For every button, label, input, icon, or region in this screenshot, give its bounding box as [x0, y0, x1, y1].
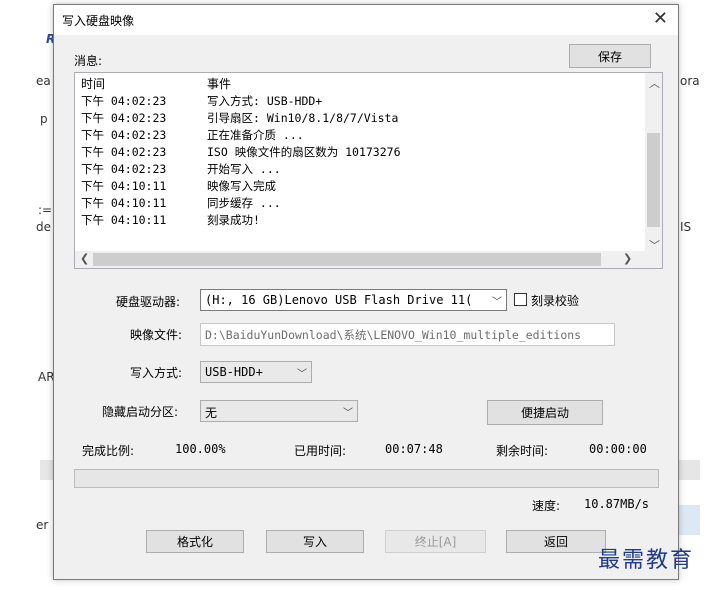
log-row-time: 下午 04:10:11	[81, 213, 167, 227]
bg-fragment: p	[40, 112, 48, 126]
verify-checkbox[interactable]	[514, 293, 527, 306]
scroll-left-icon[interactable]: ❮	[80, 252, 89, 265]
log-row: 下午 04:10:11 映像写入完成	[75, 178, 645, 194]
remaining-time-label: 剩余时间:	[496, 444, 549, 458]
log-row-event: 映像写入完成	[207, 179, 276, 193]
close-icon[interactable]: ✕	[653, 8, 668, 29]
remaining-time-value: 00:00:00	[589, 442, 647, 456]
write-button[interactable]: 写入	[266, 530, 364, 553]
elapsed-time-label: 已用时间:	[294, 444, 347, 458]
quick-boot-button[interactable]: 便捷启动	[487, 400, 603, 425]
drive-select-value: (H:, 16 GB)Lenovo USB Flash Drive 11(	[205, 293, 473, 307]
log-row-time: 下午 04:02:23	[81, 128, 167, 142]
write-disk-image-dialog: 写入硬盘映像 ✕ 消息: 保存 时间 事件 下午 04:02:23 写入方式: U…	[53, 4, 679, 580]
log-row: 下午 04:02:23 开始写入 ...	[75, 161, 645, 177]
title-bar: 写入硬盘映像 ✕	[54, 5, 678, 35]
messages-label: 消息:	[74, 54, 103, 68]
bg-fragment: er	[36, 518, 49, 532]
abort-button[interactable]: 终止[A]	[385, 530, 486, 553]
log-row: 下午 04:10:11 同步缓存 ...	[75, 195, 645, 211]
log-row: 下午 04:02:23 ISO 映像文件的扇区数为 10173276	[75, 144, 645, 160]
progress-bar	[74, 469, 659, 488]
image-file-field[interactable]: D:\BaiduYunDownload\系统\LENOVO_Win10_mult…	[200, 323, 615, 346]
log-row-time: 下午 04:02:23	[81, 162, 167, 176]
log-row-event: ISO 映像文件的扇区数为 10173276	[207, 145, 401, 159]
log-row-event: 开始写入 ...	[207, 162, 281, 176]
log-header-event: 事件	[207, 77, 232, 91]
save-button[interactable]: 保存	[569, 44, 651, 68]
log-row-event: 写入方式: USB-HDD+	[207, 94, 323, 108]
horizontal-scrollbar[interactable]: ❮ ❯	[75, 251, 662, 268]
bg-fragment: IS	[680, 220, 692, 234]
vertical-scroll-thumb[interactable]	[647, 133, 660, 227]
drive-label: 硬盘驱动器:	[116, 295, 181, 309]
message-log[interactable]: 时间 事件 下午 04:02:23 写入方式: USB-HDD+ 下午 04:02:…	[74, 72, 663, 269]
log-row: 下午 04:02:23 正在准备介质 ...	[75, 127, 645, 143]
log-header-time: 时间	[81, 77, 106, 91]
format-button[interactable]: 格式化	[146, 530, 244, 553]
scroll-right-icon[interactable]: ❯	[623, 252, 632, 265]
hidden-partition-label: 隐藏启动分区:	[102, 405, 179, 419]
scroll-up-icon[interactable]: ︿	[649, 75, 660, 91]
log-row-time: 下午 04:10:11	[81, 196, 167, 210]
log-row: 下午 04:02:23 写入方式: USB-HDD+	[75, 93, 645, 109]
log-row: 下午 04:10:11 刻录成功!	[75, 212, 645, 228]
log-row-time: 下午 04:02:23	[81, 145, 167, 159]
complete-ratio-value: 100.00%	[175, 442, 226, 456]
write-mode-value: USB-HDD+	[205, 365, 263, 379]
dialog-title: 写入硬盘映像	[62, 14, 135, 28]
speed-value: 10.87MB/s	[584, 497, 650, 511]
write-mode-select[interactable]: USB-HDD+ ﹀	[200, 361, 312, 383]
chevron-down-icon: ﹀	[343, 408, 353, 419]
log-row: 下午 04:02:23 引导扇区: Win10/8.1/8/7/Vista	[75, 110, 645, 126]
chevron-down-icon: ﹀	[490, 293, 502, 308]
chevron-down-icon: ﹀	[297, 369, 307, 380]
bg-bar	[678, 460, 700, 480]
bg-bar	[40, 460, 54, 480]
verify-label: 刻录校验	[531, 294, 580, 308]
log-row-time: 下午 04:02:23	[81, 94, 167, 108]
bg-fragment: ea	[36, 74, 51, 88]
bg-fragment: :=	[38, 203, 53, 217]
bg-bar	[678, 505, 700, 535]
log-row-time: 下午 04:02:23	[81, 111, 167, 125]
bg-fragment: ora	[680, 74, 700, 88]
log-row-event: 同步缓存 ...	[207, 196, 281, 210]
bg-fragment: de	[36, 220, 51, 234]
log-row-time: 下午 04:10:11	[81, 179, 167, 193]
log-row-event: 引导扇区: Win10/8.1/8/7/Vista	[207, 111, 399, 125]
elapsed-time-value: 00:07:48	[385, 442, 443, 456]
log-row-event: 刻录成功!	[207, 213, 260, 227]
horizontal-scroll-thumb[interactable]	[93, 253, 601, 266]
image-file-label: 映像文件:	[130, 328, 183, 342]
hidden-partition-value: 无	[205, 406, 218, 420]
complete-ratio-label: 完成比例:	[82, 444, 135, 458]
back-button[interactable]: 返回	[506, 530, 606, 553]
hidden-partition-select[interactable]: 无 ﹀	[200, 400, 358, 422]
drive-select[interactable]: (H:, 16 GB)Lenovo USB Flash Drive 11( ﹀	[200, 289, 507, 311]
watermark-logo: 最需教育	[598, 548, 695, 573]
vertical-scrollbar[interactable]: ︿ ﹀	[645, 73, 662, 253]
speed-label: 速度:	[532, 499, 561, 513]
log-row-event: 正在准备介质 ...	[207, 128, 304, 142]
write-mode-label: 写入方式:	[130, 366, 183, 380]
